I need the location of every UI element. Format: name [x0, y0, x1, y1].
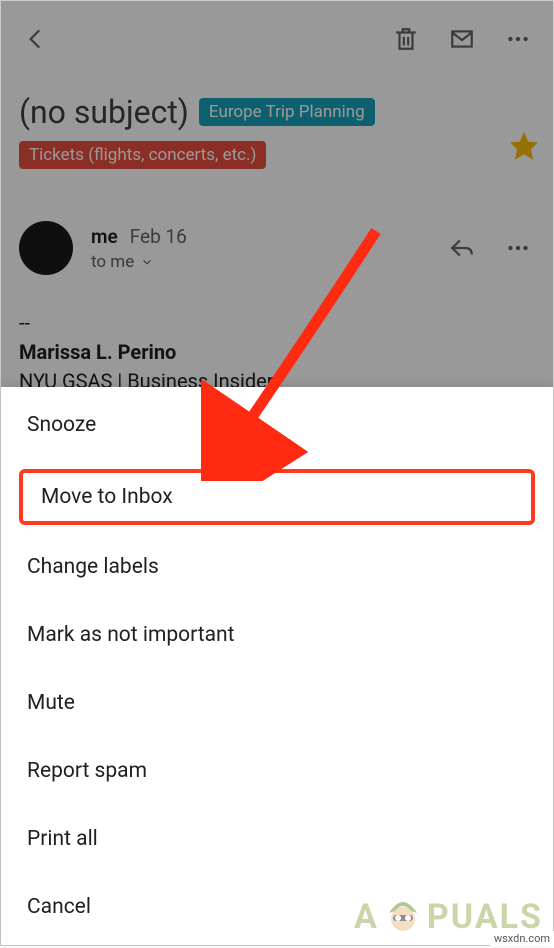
sheet-item-print-all[interactable]: Print all	[1, 805, 553, 873]
sheet-item-label: Move to Inbox	[41, 485, 173, 509]
sheet-item-snooze[interactable]: Snooze	[1, 391, 553, 459]
watermark-mascot-icon	[381, 895, 425, 939]
sheet-item-mark-not-important[interactable]: Mark as not important	[1, 601, 553, 669]
sheet-item-move-to-inbox[interactable]: Move to Inbox	[19, 469, 535, 525]
watermark-prefix: A	[354, 897, 379, 937]
sheet-item-mute[interactable]: Mute	[1, 669, 553, 737]
sheet-item-change-labels[interactable]: Change labels	[1, 533, 553, 601]
action-sheet: Snooze Move to Inbox Change labels Mark …	[1, 387, 553, 945]
sheet-item-report-spam[interactable]: Report spam	[1, 737, 553, 805]
image-credit: wsxdn.com	[490, 931, 554, 946]
